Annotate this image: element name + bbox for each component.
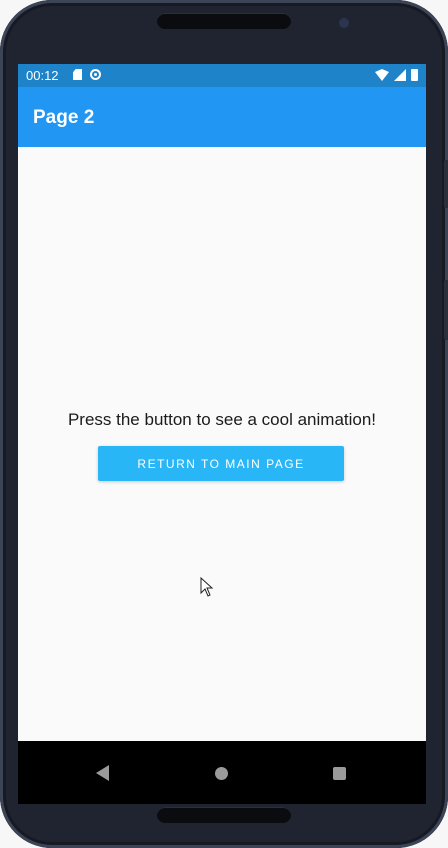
status-bar: 00:12	[18, 64, 426, 87]
sd-card-icon	[73, 69, 82, 80]
status-left-icons	[73, 69, 101, 80]
page-content: Press the button to see a cool animation…	[18, 147, 426, 741]
power-button	[444, 280, 448, 340]
device-screen: 00:12 Page 2 Press the button to see a c…	[18, 64, 426, 804]
signal-icon	[394, 69, 406, 81]
mouse-pointer-icon	[200, 577, 214, 597]
at-sign-icon	[90, 69, 101, 80]
top-speaker	[157, 13, 291, 29]
bottom-speaker	[157, 807, 291, 823]
page-title: Page 2	[33, 107, 95, 128]
navigation-bar	[18, 741, 426, 804]
app-bar: Page 2	[18, 87, 426, 147]
battery-icon	[411, 69, 418, 81]
status-time: 00:12	[26, 68, 59, 83]
volume-button	[444, 160, 448, 208]
back-icon[interactable]	[96, 765, 109, 781]
phone-frame: 00:12 Page 2 Press the button to see a c…	[0, 0, 448, 848]
home-icon[interactable]	[215, 767, 228, 780]
wifi-icon	[375, 69, 389, 81]
return-to-main-page-button[interactable]: RETURN TO MAIN PAGE	[98, 446, 344, 481]
status-right-icons	[375, 69, 418, 81]
front-camera	[339, 18, 349, 28]
recents-icon[interactable]	[333, 767, 346, 780]
instruction-text: Press the button to see a cool animation…	[67, 410, 377, 429]
